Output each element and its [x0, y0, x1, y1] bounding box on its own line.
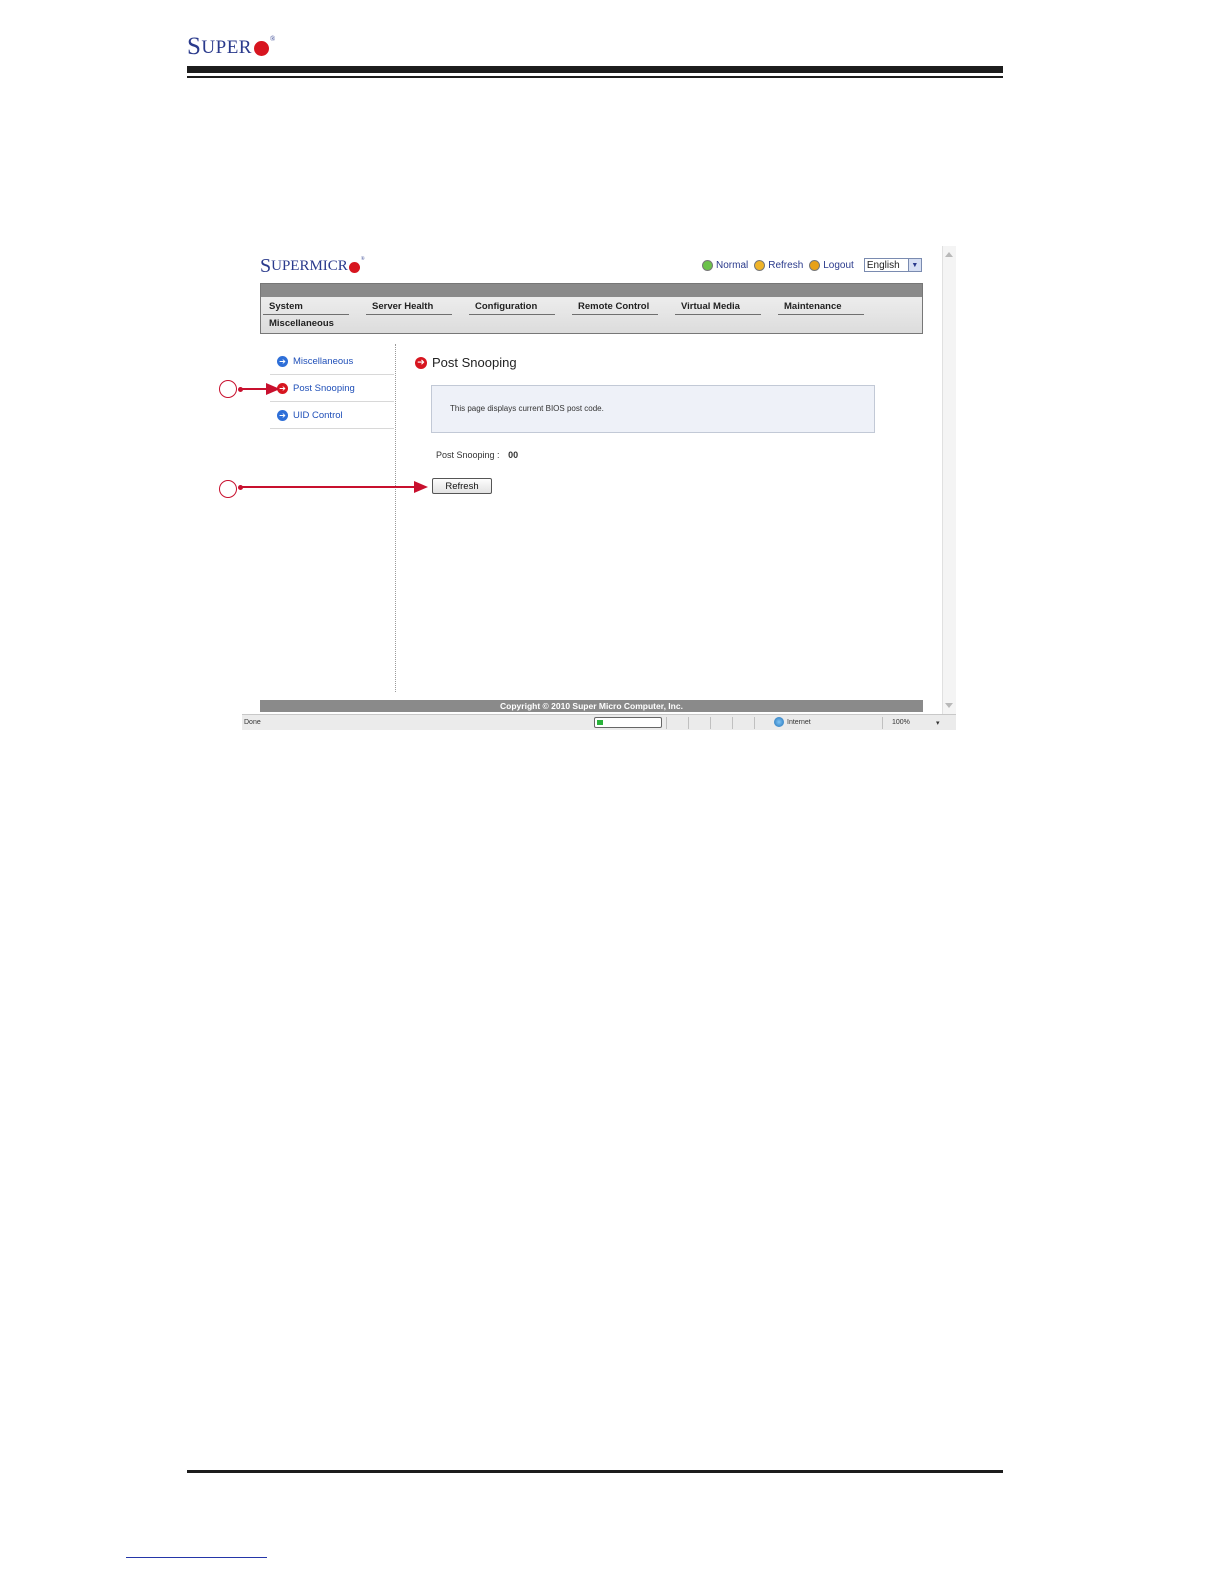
header-rule	[187, 66, 1003, 73]
progress-fill	[597, 720, 603, 725]
main-menu: System Server Health Configuration Remot…	[260, 283, 923, 334]
menu-stripe	[261, 284, 922, 297]
sidebar-item-uid-control[interactable]: ➔ UID Control	[270, 402, 394, 429]
refresh-button[interactable]: Refresh	[432, 478, 492, 494]
callout-marker	[219, 380, 237, 398]
menu-maintenance[interactable]: Maintenance	[776, 297, 879, 315]
menu-remote-control[interactable]: Remote Control	[570, 297, 673, 315]
page-title: ➔ Post Snooping	[415, 355, 517, 370]
top-actions: Normal Refresh Logout English ▼	[702, 258, 922, 272]
arrow-right-icon: ➔	[277, 355, 288, 367]
arrow-right-icon: ➔	[415, 356, 427, 369]
check-icon	[702, 259, 713, 271]
post-snooping-readout: Post Snooping : 00	[436, 450, 519, 460]
status-divider	[732, 717, 733, 729]
menu-virtual-media[interactable]: Virtual Media	[673, 297, 776, 315]
menu-miscellaneous[interactable]: Miscellaneous	[261, 315, 922, 329]
footer-link-underline	[126, 1557, 267, 1558]
vertical-scrollbar[interactable]	[942, 246, 956, 714]
arrow-right-icon: ➔	[277, 409, 288, 421]
scroll-up-icon[interactable]	[945, 252, 953, 257]
zoom-level[interactable]: 100%	[892, 719, 910, 726]
callout-arrow-icon	[414, 481, 428, 493]
sidebar: ➔ Miscellaneous ➔ Post Snooping ➔ UID Co…	[270, 348, 394, 429]
progress-bar	[594, 717, 662, 728]
logout-link[interactable]: Logout	[809, 259, 854, 271]
callout-line	[240, 388, 268, 390]
sidebar-divider	[395, 344, 396, 692]
logout-icon	[809, 259, 821, 271]
status-divider	[710, 717, 711, 729]
security-zone: Internet	[774, 717, 811, 727]
browser-status-bar: Done Internet 100% ▾	[242, 714, 956, 730]
callout-line	[240, 486, 416, 488]
logo-dot	[253, 41, 269, 56]
menu-configuration[interactable]: Configuration	[467, 297, 570, 315]
callout-arrow-icon	[266, 383, 280, 395]
chevron-down-icon[interactable]: ▼	[907, 259, 921, 271]
menu-system[interactable]: System	[261, 297, 364, 315]
supero-logo: S UPER ®	[187, 33, 276, 60]
status-divider	[882, 717, 883, 729]
footer-rule	[187, 1470, 1003, 1473]
status-divider	[666, 717, 667, 729]
menu-server-health[interactable]: Server Health	[364, 297, 467, 315]
status-divider	[688, 717, 689, 729]
refresh-icon	[754, 259, 766, 271]
language-select[interactable]: English ▼	[863, 258, 922, 272]
zoom-dropdown-icon[interactable]: ▾	[936, 719, 940, 727]
sidebar-item-post-snooping[interactable]: ➔ Post Snooping	[270, 375, 394, 402]
normal-status-link[interactable]: Normal	[702, 259, 748, 271]
logo-dot	[348, 262, 360, 273]
info-box: This page displays current BIOS post cod…	[431, 385, 875, 433]
callout-marker	[219, 480, 237, 498]
sidebar-item-miscellaneous[interactable]: ➔ Miscellaneous	[270, 348, 394, 375]
post-code-value: 00	[508, 450, 519, 460]
refresh-link[interactable]: Refresh	[754, 259, 803, 271]
status-divider	[754, 717, 755, 729]
supermicro-logo: S UPERMICR ®	[260, 255, 365, 277]
copyright-bar: Copyright © 2010 Super Micro Computer, I…	[260, 700, 923, 712]
ipmi-screenshot: S UPERMICR ® Normal Refresh Logout Engli…	[242, 246, 956, 730]
globe-icon	[774, 717, 784, 727]
header-rule-thin	[187, 76, 1003, 78]
scroll-down-icon[interactable]	[945, 703, 953, 708]
